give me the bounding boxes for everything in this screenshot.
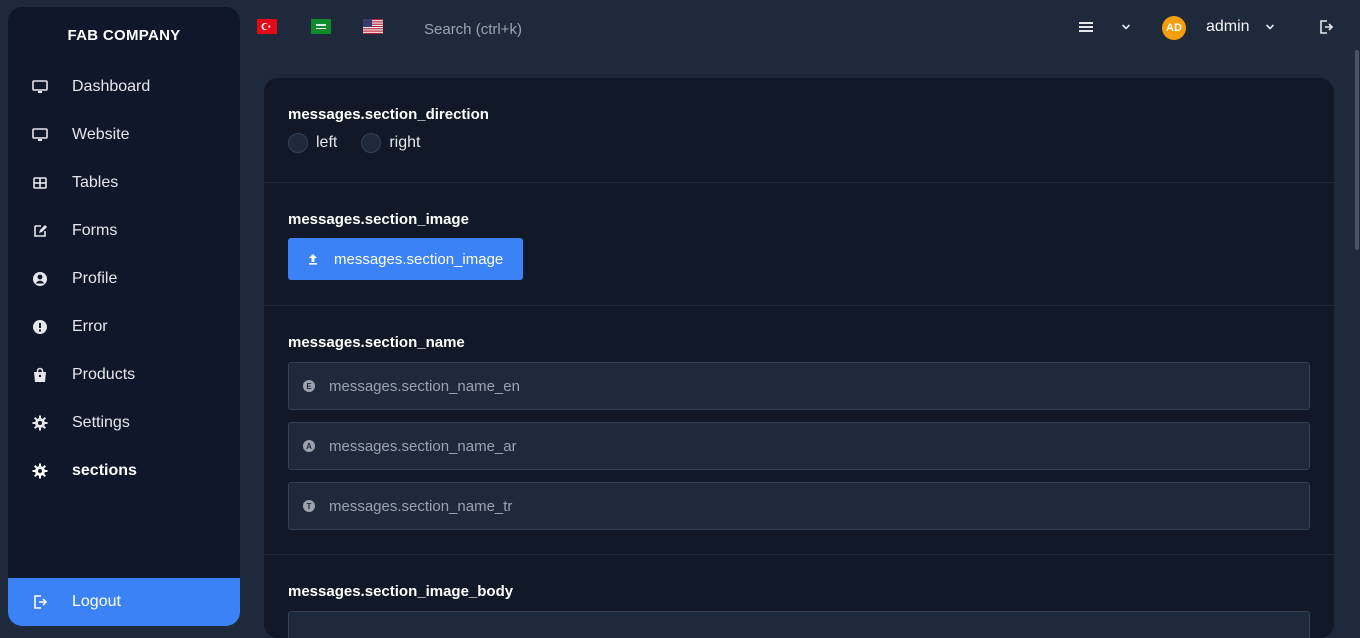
usa-flag-icon[interactable] xyxy=(363,19,383,34)
sidebar-item-label: Forms xyxy=(72,222,118,239)
sidebar-item-website[interactable]: Website xyxy=(8,111,240,159)
upload-button-label: messages.section_image xyxy=(334,250,504,268)
radio-right[interactable] xyxy=(361,133,382,153)
sidebar-item-label: Settings xyxy=(72,414,130,431)
brand-title: FAB COMPANY xyxy=(67,26,181,44)
top-bar: AD admin xyxy=(240,0,1360,56)
name-ar-input[interactable] xyxy=(329,437,1229,455)
sidebar-item-label: Error xyxy=(72,318,108,335)
radio-left-label: left xyxy=(316,134,338,151)
radio-left[interactable] xyxy=(288,133,308,153)
upload-image-button[interactable]: messages.section_image xyxy=(288,238,524,280)
image-body-section: messages.section_image_body xyxy=(264,555,1334,638)
upload-icon xyxy=(306,252,320,266)
monitor-icon xyxy=(32,79,48,95)
radio-right-label: right xyxy=(389,134,421,151)
name-title: messages.section_name xyxy=(288,334,465,351)
image-body-field[interactable] xyxy=(288,611,1310,638)
sidebar-item-label: Profile xyxy=(72,270,118,287)
sidebar-item-sections[interactable]: sections xyxy=(8,447,240,495)
sidebar-item-label: Website xyxy=(72,126,130,143)
sidebar: FAB COMPANY Dashboard Website Tables For… xyxy=(8,7,240,626)
direction-radio-group: left right xyxy=(288,133,1310,153)
user-circle-icon xyxy=(32,271,48,287)
language-badge-icon: E xyxy=(303,380,315,392)
saudi-flag-icon[interactable] xyxy=(311,19,331,34)
sidebar-item-profile[interactable]: Profile xyxy=(8,255,240,303)
sidebar-item-label: sections xyxy=(72,462,137,479)
sidebar-item-settings[interactable]: Settings xyxy=(8,399,240,447)
name-tr-field[interactable]: T xyxy=(288,482,1310,530)
gear-icon xyxy=(32,415,48,431)
logout-icon[interactable] xyxy=(1317,18,1335,36)
image-section: messages.section_image messages.section_… xyxy=(264,183,1334,306)
sidebar-item-label: Dashboard xyxy=(72,78,151,95)
avatar[interactable]: AD xyxy=(1162,16,1186,40)
image-title: messages.section_image xyxy=(288,211,469,228)
name-tr-input[interactable] xyxy=(329,497,1229,515)
sidebar-item-label: Products xyxy=(72,366,136,383)
scrollbar-thumb[interactable] xyxy=(1355,50,1359,250)
table-icon xyxy=(32,175,48,191)
chevron-down-icon[interactable] xyxy=(1117,18,1135,36)
sidebar-item-products[interactable]: Products xyxy=(8,351,240,399)
chevron-down-icon[interactable] xyxy=(1261,18,1279,36)
name-section: messages.section_name E A T xyxy=(264,306,1334,555)
name-ar-field[interactable]: A xyxy=(288,422,1310,470)
monitor-icon xyxy=(32,127,48,143)
language-badge-icon: A xyxy=(303,440,315,452)
turkey-flag-icon[interactable] xyxy=(257,19,277,34)
sidebar-item-forms[interactable]: Forms xyxy=(8,207,240,255)
name-en-input[interactable] xyxy=(329,377,1229,395)
gear-icon xyxy=(32,463,48,479)
name-en-field[interactable]: E xyxy=(288,362,1310,410)
image-body-title: messages.section_image_body xyxy=(288,583,514,600)
language-badge-icon: T xyxy=(303,500,315,512)
shopping-bag-icon xyxy=(32,367,48,383)
sidebar-item-error[interactable]: Error xyxy=(8,303,240,351)
user-name[interactable]: admin xyxy=(1206,18,1250,36)
direction-title: messages.section_direction xyxy=(288,106,489,123)
logout-icon xyxy=(32,594,48,610)
edit-icon xyxy=(32,223,48,239)
search-input[interactable] xyxy=(424,18,684,40)
alert-circle-icon xyxy=(32,319,48,335)
sidebar-item-label: Tables xyxy=(72,174,119,191)
sidebar-item-dashboard[interactable]: Dashboard xyxy=(8,63,240,111)
scrollbar[interactable] xyxy=(1354,0,1360,627)
logout-button[interactable]: Logout xyxy=(8,578,240,626)
menu-icon[interactable] xyxy=(1077,18,1095,36)
logout-label: Logout xyxy=(72,593,121,610)
direction-section: messages.section_direction left right xyxy=(264,78,1334,183)
sidebar-item-tables[interactable]: Tables xyxy=(8,159,240,207)
section-form-card: messages.section_direction left right me… xyxy=(264,78,1334,638)
